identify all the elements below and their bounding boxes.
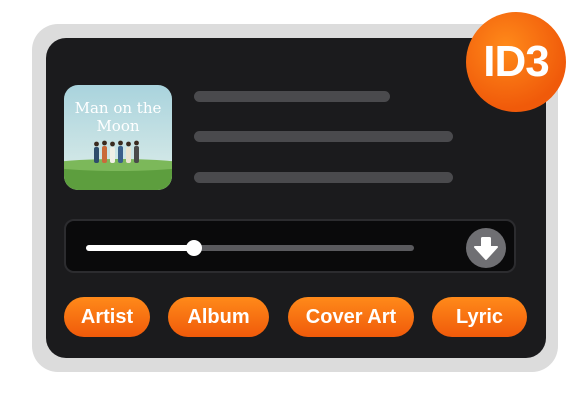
cover-title-line2: Moon — [96, 117, 139, 135]
tag-button-cover-art[interactable]: Cover Art — [288, 297, 414, 337]
download-button[interactable] — [466, 228, 506, 268]
seek-slider[interactable] — [86, 240, 414, 256]
metadata-placeholder-line — [194, 172, 453, 183]
album-cover: Man on the Moon — [64, 85, 172, 190]
metadata-placeholder-line — [194, 91, 390, 102]
metadata-placeholder-line — [194, 131, 453, 142]
tag-button-album[interactable]: Album — [168, 297, 269, 337]
tag-button-artist[interactable]: Artist — [64, 297, 150, 337]
arrow-down-icon — [474, 237, 498, 260]
id3-badge: ID3 — [466, 12, 566, 112]
tag-button-lyric[interactable]: Lyric — [432, 297, 527, 337]
seek-thumb[interactable] — [186, 240, 203, 256]
seek-progress — [86, 245, 195, 251]
audio-player — [64, 219, 516, 273]
cover-title-line1: Man on the — [75, 99, 162, 117]
